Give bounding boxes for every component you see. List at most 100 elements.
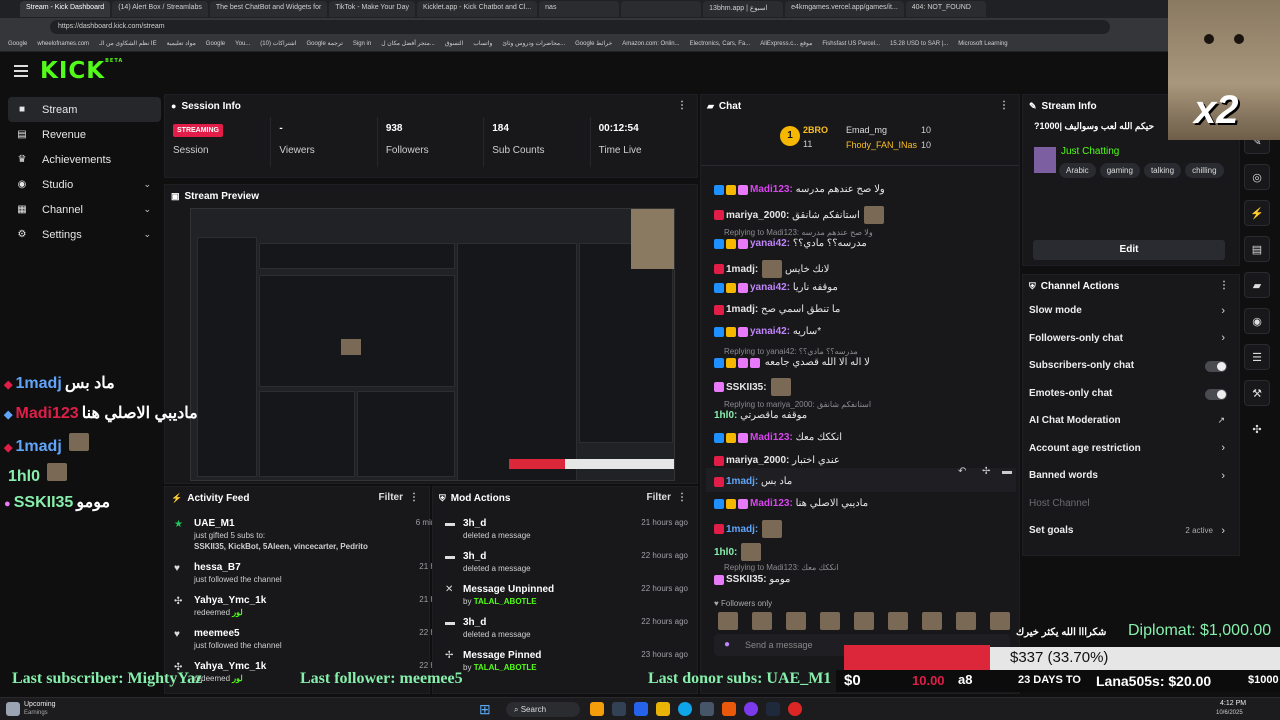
bookmark[interactable]: Google: [206, 41, 225, 47]
bookmark[interactable]: محاضرات ودروس وثائ...: [502, 40, 565, 47]
activity-user[interactable]: Yahya_Ymc_1k: [194, 595, 266, 606]
chat-message[interactable]: mariya_2000: استانفكم شانقق: [714, 206, 884, 224]
browser-tab[interactable]: nas: [539, 1, 620, 17]
chat-message[interactable]: yanai42: ساريه*: [714, 326, 821, 337]
app-icon[interactable]: [700, 702, 714, 716]
puzzle-icon[interactable]: ✣: [1244, 416, 1270, 442]
action-subscribers-only[interactable]: Subscribers-only chat: [1023, 352, 1239, 380]
bookmark[interactable]: واتساب: [473, 40, 492, 47]
filter-button[interactable]: Filter: [647, 492, 671, 503]
chat-username[interactable]: SSKII35:: [726, 574, 767, 585]
bookmark[interactable]: Electronics, Cars, Fa...: [690, 41, 751, 47]
edit-button[interactable]: Edit: [1033, 240, 1225, 260]
sidebar-item-stream[interactable]: ■ Stream: [8, 97, 161, 122]
menu-icon[interactable]: [14, 65, 28, 77]
chat-username[interactable]: yanai42:: [750, 238, 790, 249]
kick-logo[interactable]: KICKBETA: [40, 58, 123, 84]
chat-username[interactable]: SSKII35:: [726, 382, 767, 393]
avatar[interactable]: [752, 612, 772, 630]
avatar[interactable]: [888, 612, 908, 630]
tag-chip[interactable]: chilling: [1185, 163, 1224, 178]
pin-icon[interactable]: ✢: [982, 466, 990, 477]
bookmark[interactable]: 15.28 USD to SAR |...: [890, 41, 948, 47]
category-name[interactable]: Just Chatting: [1061, 146, 1119, 157]
avatar[interactable]: [922, 612, 942, 630]
action-host-channel[interactable]: Host Channel: [1023, 490, 1239, 518]
avatar[interactable]: [854, 612, 874, 630]
more-icon[interactable]: ⋮: [677, 100, 687, 111]
lightning-icon[interactable]: ⚡: [1244, 200, 1270, 226]
edge-icon[interactable]: [678, 702, 692, 716]
chat-bubble-icon[interactable]: ▰: [1244, 272, 1270, 298]
more-icon[interactable]: ⋮: [677, 492, 687, 503]
chat-username[interactable]: Madi123:: [750, 184, 793, 195]
wrench-icon[interactable]: ⚒: [1244, 380, 1270, 406]
sidebar-item-channel[interactable]: ▦ Channel ⌄: [8, 197, 161, 222]
bookmark[interactable]: Google خرائط: [575, 40, 612, 47]
activity-user[interactable]: hessa_B7: [194, 562, 282, 573]
mod-actor[interactable]: TALAL_ABOTLE: [474, 663, 537, 672]
avatar[interactable]: [820, 612, 840, 630]
chat-message[interactable]: لا اله الا الله قصدي جامعه: [714, 357, 870, 368]
more-icon[interactable]: ⋮: [1219, 280, 1229, 291]
bookmark[interactable]: wheelofnames.com: [37, 41, 89, 47]
leader-name[interactable]: Emad_mg: [846, 125, 887, 135]
obs-icon[interactable]: [788, 702, 802, 716]
chat-username[interactable]: yanai42:: [750, 282, 790, 293]
sidebar-item-achievements[interactable]: ♛ Achievements: [8, 147, 161, 172]
chat-message[interactable]: 1hl0: موقفه ماقصرتي: [714, 410, 807, 421]
chat-username[interactable]: Madi123:: [750, 432, 793, 443]
chat-username[interactable]: 1hl0:: [714, 547, 737, 558]
bookmark[interactable]: AliExpress.c... موقع: [760, 40, 812, 47]
tag-chip[interactable]: gaming: [1099, 163, 1140, 178]
activity-user[interactable]: Yahya_Ymc_1k: [194, 661, 266, 672]
browser-tab[interactable]: The best ChatBot and Widgets for: [209, 1, 328, 17]
steam-icon[interactable]: [766, 702, 780, 716]
chat-message[interactable]: 1hl0:: [714, 543, 762, 561]
stream-preview-video[interactable]: [190, 208, 675, 481]
browser-tab[interactable]: Stream - Kick Dashboard: [20, 1, 111, 17]
action-emotes-only[interactable]: Emotes-only chat: [1023, 380, 1239, 408]
app-icon[interactable]: [590, 702, 604, 716]
chat-username[interactable]: 1madj:: [726, 524, 758, 535]
action-ai-moderation[interactable]: AI Chat Moderation ↗: [1023, 407, 1239, 435]
toggle[interactable]: [1205, 388, 1227, 400]
toggle[interactable]: [1205, 361, 1227, 372]
app-icon[interactable]: [612, 702, 626, 716]
chat-message[interactable]: SSKII35: مومو: [714, 574, 790, 585]
avatar[interactable]: [786, 612, 806, 630]
bookmark[interactable]: مواد تعليمية: [167, 40, 196, 47]
action-account-age[interactable]: Account age restriction ›: [1023, 435, 1239, 463]
chat-message[interactable]: mariya_2000: عندي اختبار: [714, 455, 840, 466]
app-icon[interactable]: [634, 702, 648, 716]
chat-message[interactable]: SSKII35:: [714, 378, 791, 396]
browser-tab[interactable]: [621, 1, 702, 17]
filter-button[interactable]: Filter: [379, 492, 403, 503]
bookmark[interactable]: نظم الشكاوى من الـ IE: [99, 40, 157, 47]
avatar[interactable]: [990, 612, 1010, 630]
bookmark[interactable]: Amazon.com: Onlin...: [622, 41, 679, 47]
browser-tab[interactable]: Kicklet.app - Kick Chatbot and Cl...: [416, 1, 538, 17]
bookmark[interactable]: التسوق: [445, 40, 463, 47]
browser-tab[interactable]: (14) Alert Box / Streamlabs: [112, 1, 208, 17]
weather-icon[interactable]: [6, 702, 20, 716]
windows-start-icon[interactable]: ⊞: [479, 701, 495, 717]
bookmark[interactable]: متجر أفضل مكان ل...: [381, 40, 435, 47]
action-set-goals[interactable]: Set goals 2 active ›: [1023, 517, 1239, 545]
chat-username[interactable]: 1madj:: [726, 476, 758, 487]
browser-tab[interactable]: e4kmgames.vercel.app/games/it...: [785, 1, 904, 17]
bookmark[interactable]: Microsoft Learning: [958, 41, 1007, 47]
document-icon[interactable]: ▤: [1244, 236, 1270, 262]
tag-chip[interactable]: talking: [1143, 163, 1182, 178]
bookmark[interactable]: اشتراكات (10): [260, 40, 296, 47]
more-icon[interactable]: ⋮: [999, 100, 1009, 111]
chat-username[interactable]: 1hl0:: [714, 410, 737, 421]
action-slow-mode[interactable]: Slow mode ›: [1023, 297, 1239, 325]
chat-message[interactable]: 1madj: لانك خايس: [714, 260, 829, 278]
chat-username[interactable]: 1madj:: [726, 304, 758, 315]
chat-username[interactable]: Madi123:: [750, 498, 793, 509]
leader-name[interactable]: 2BRO: [803, 125, 828, 135]
bookmark[interactable]: Google: [8, 41, 27, 47]
sidebar-item-settings[interactable]: ⚙ Settings ⌄: [8, 222, 161, 247]
browser-tab[interactable]: 13bhm.app | اسبوع: [703, 1, 784, 17]
